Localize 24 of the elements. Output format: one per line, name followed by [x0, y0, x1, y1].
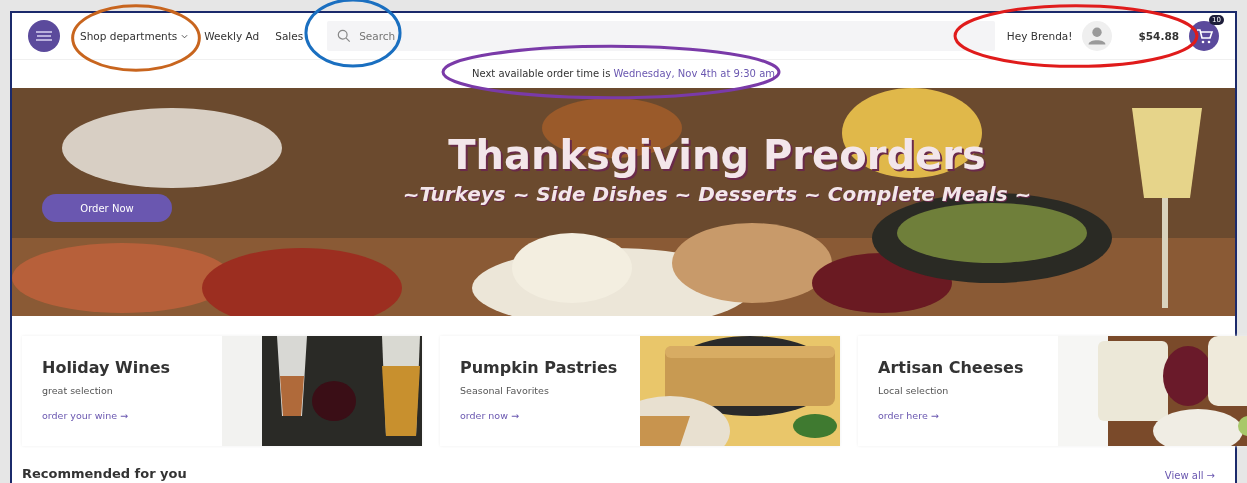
promo-title: Holiday Wines — [42, 358, 171, 377]
order-time-notice: Next available order time is Wednesday, Nov 4th at 9:30 am — [470, 67, 777, 81]
hero-subtitle: ~Turkeys ~ Side Dishes ~ Desserts ~ Complete Meals ~ — [401, 182, 1033, 206]
cart-icon[interactable] — [1189, 21, 1219, 51]
search-field[interactable]: Search — [327, 21, 995, 51]
promo-title: Pumpkin Pastries — [460, 358, 619, 377]
logo-icon[interactable] — [28, 20, 60, 52]
nav-link[interactable]: Sales — [275, 30, 304, 42]
promo-link[interactable]: order now → — [460, 410, 640, 421]
promo-subtitle: Local selection — [878, 385, 950, 396]
promo-subtitle: great selection — [42, 385, 114, 396]
section-title: Recommended for you — [22, 466, 187, 481]
caret-icon — [181, 33, 189, 39]
order-now-button[interactable]: Order Now — [42, 194, 172, 222]
promo-subtitle: Seasonal Favorites — [460, 385, 550, 396]
view-all-link[interactable]: View all → — [1164, 470, 1215, 481]
promo-link[interactable]: order here → — [878, 410, 1058, 421]
promo-title: Artisan Cheeses — [878, 358, 1025, 377]
cart-total: $54.88 — [1138, 30, 1179, 42]
greeting-text: Hey Brenda! — [1006, 30, 1073, 42]
promo-link[interactable]: order your wine → — [42, 410, 222, 421]
nav-link[interactable]: Shop departments — [80, 30, 189, 42]
nav-link[interactable]: Weekly Ad — [204, 30, 260, 42]
user-avatar-icon[interactable] — [1082, 21, 1113, 51]
